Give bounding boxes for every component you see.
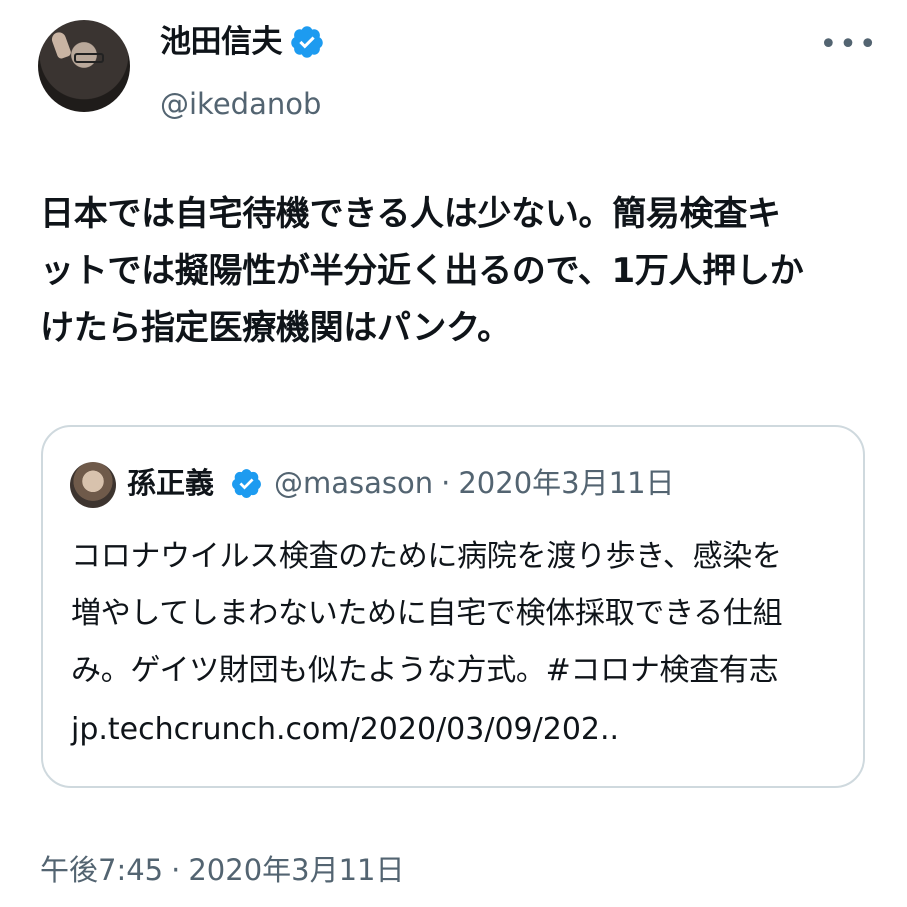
quoted-tweet-card[interactable]: 孫正義 @masason · 2020年3月11日 コロナウイルス検査のために病院を… [41,425,865,788]
quoted-author-handle[interactable]: @masason [274,466,433,500]
timestamp-separator: · [171,853,181,887]
tweet-text-line: ットでは擬陽性が半分近く出るので、1万人押しか [40,251,804,291]
tweet-text: 日本では自宅待機できる人は少ない。簡易検査キ ットでは擬陽性が半分近く出るので、… [40,186,880,357]
tweet-text-line: けたら指定医療機関はパンク。 [40,308,511,348]
avatar-hand [49,30,73,60]
more-horizontal-icon: ••• [819,27,879,62]
author-avatar[interactable] [38,20,130,112]
quoted-tweet-text: コロナウイルス検査のために病院を渡り歩き、感染を 増やしてしまわないために自宅で… [71,528,861,699]
timestamp-date: 2020年3月11日 [188,853,405,887]
quoted-tweet-date[interactable]: 2020年3月11日 [458,466,674,500]
tweet: 池田信夫 @ikedanob ••• 日本では自宅待機できる人は少ない。簡易検査… [0,0,907,907]
quoted-tweet-meta: @masason · 2020年3月11日 [274,463,675,503]
author-handle[interactable]: @ikedanob [160,85,321,123]
timestamp-time: 午後7:45 [40,853,164,887]
tweet-timestamp[interactable]: 午後7:45 · 2020年3月11日 [40,850,405,890]
more-options-button[interactable]: ••• [819,30,876,60]
avatar-glasses [74,53,104,63]
quoted-tweet-link[interactable]: jp.techcrunch.com/2020/03/09/202.. [71,701,619,758]
quoted-text-line: み。ゲイツ財団も似たような方式。#コロナ検査有志 [71,653,779,688]
author-display-name[interactable]: 池田信夫 [160,22,283,62]
tweet-text-line: 日本では自宅待機できる人は少ない。簡易検査キ [40,194,781,234]
quoted-author-avatar[interactable] [70,462,116,508]
verified-badge-icon [232,469,261,498]
quoted-text-line: 増やしてしまわないために自宅で検体採取できる仕組 [71,596,783,631]
quoted-text-line: コロナウイルス検査のために病院を渡り歩き、感染を [71,539,782,574]
verified-badge-icon [291,26,323,58]
meta-separator: · [441,466,451,500]
quoted-author-name[interactable]: 孫正義 [127,463,214,503]
